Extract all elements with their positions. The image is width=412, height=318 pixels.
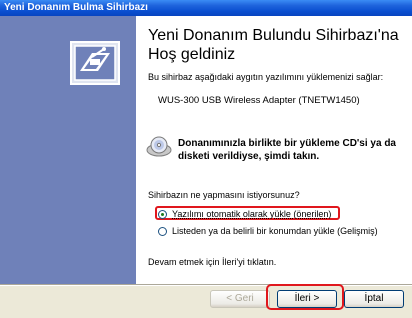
- device-name: WUS-300 USB Wireless Adapter (TNETW1450): [158, 95, 360, 106]
- next-button[interactable]: İleri >: [277, 290, 337, 308]
- wizard-heading: Yeni Donanım Bulundu Sihirbazı'na Hoş ge…: [148, 27, 399, 63]
- option-list-install-label: Listeden ya da belirli bir konumdan yükl…: [172, 226, 378, 236]
- button-separator: [0, 284, 412, 286]
- continue-text: Devam etmek için İleri'yi tıklatın.: [148, 257, 277, 267]
- option-list-install[interactable]: Listeden ya da belirli bir konumdan yükl…: [158, 226, 378, 236]
- cd-icon: [146, 136, 172, 157]
- option-auto-install-label: Yazılımı otomatik olarak yükle (önerilen…: [172, 209, 332, 219]
- back-button[interactable]: < Geri: [210, 290, 270, 308]
- cancel-button[interactable]: İptal: [344, 290, 404, 308]
- option-auto-install[interactable]: Yazılımı otomatik olarak yükle (önerilen…: [158, 209, 331, 219]
- wizard-hardware-icon: [70, 41, 120, 85]
- wizard-window: Yeni Donanım Bulma Sihirbazı Yeni Donanı…: [0, 0, 412, 318]
- cd-notice: Donanımınızla birlikte bir yükleme CD'si…: [178, 138, 396, 162]
- question-text: Sihirbazın ne yapmasını istiyorsunuz?: [148, 190, 300, 200]
- wizard-content: Yeni Donanım Bulundu Sihirbazı'na Hoş ge…: [136, 16, 412, 284]
- intro-text: Bu sihirbaz aşağıdaki aygıtın yazılımını…: [148, 72, 384, 82]
- radio-button-unchecked[interactable]: [158, 226, 167, 236]
- wizard-side-panel: [0, 16, 136, 284]
- window-title: Yeni Donanım Bulma Sihirbazı: [0, 0, 412, 16]
- radio-button-checked[interactable]: [158, 209, 167, 219]
